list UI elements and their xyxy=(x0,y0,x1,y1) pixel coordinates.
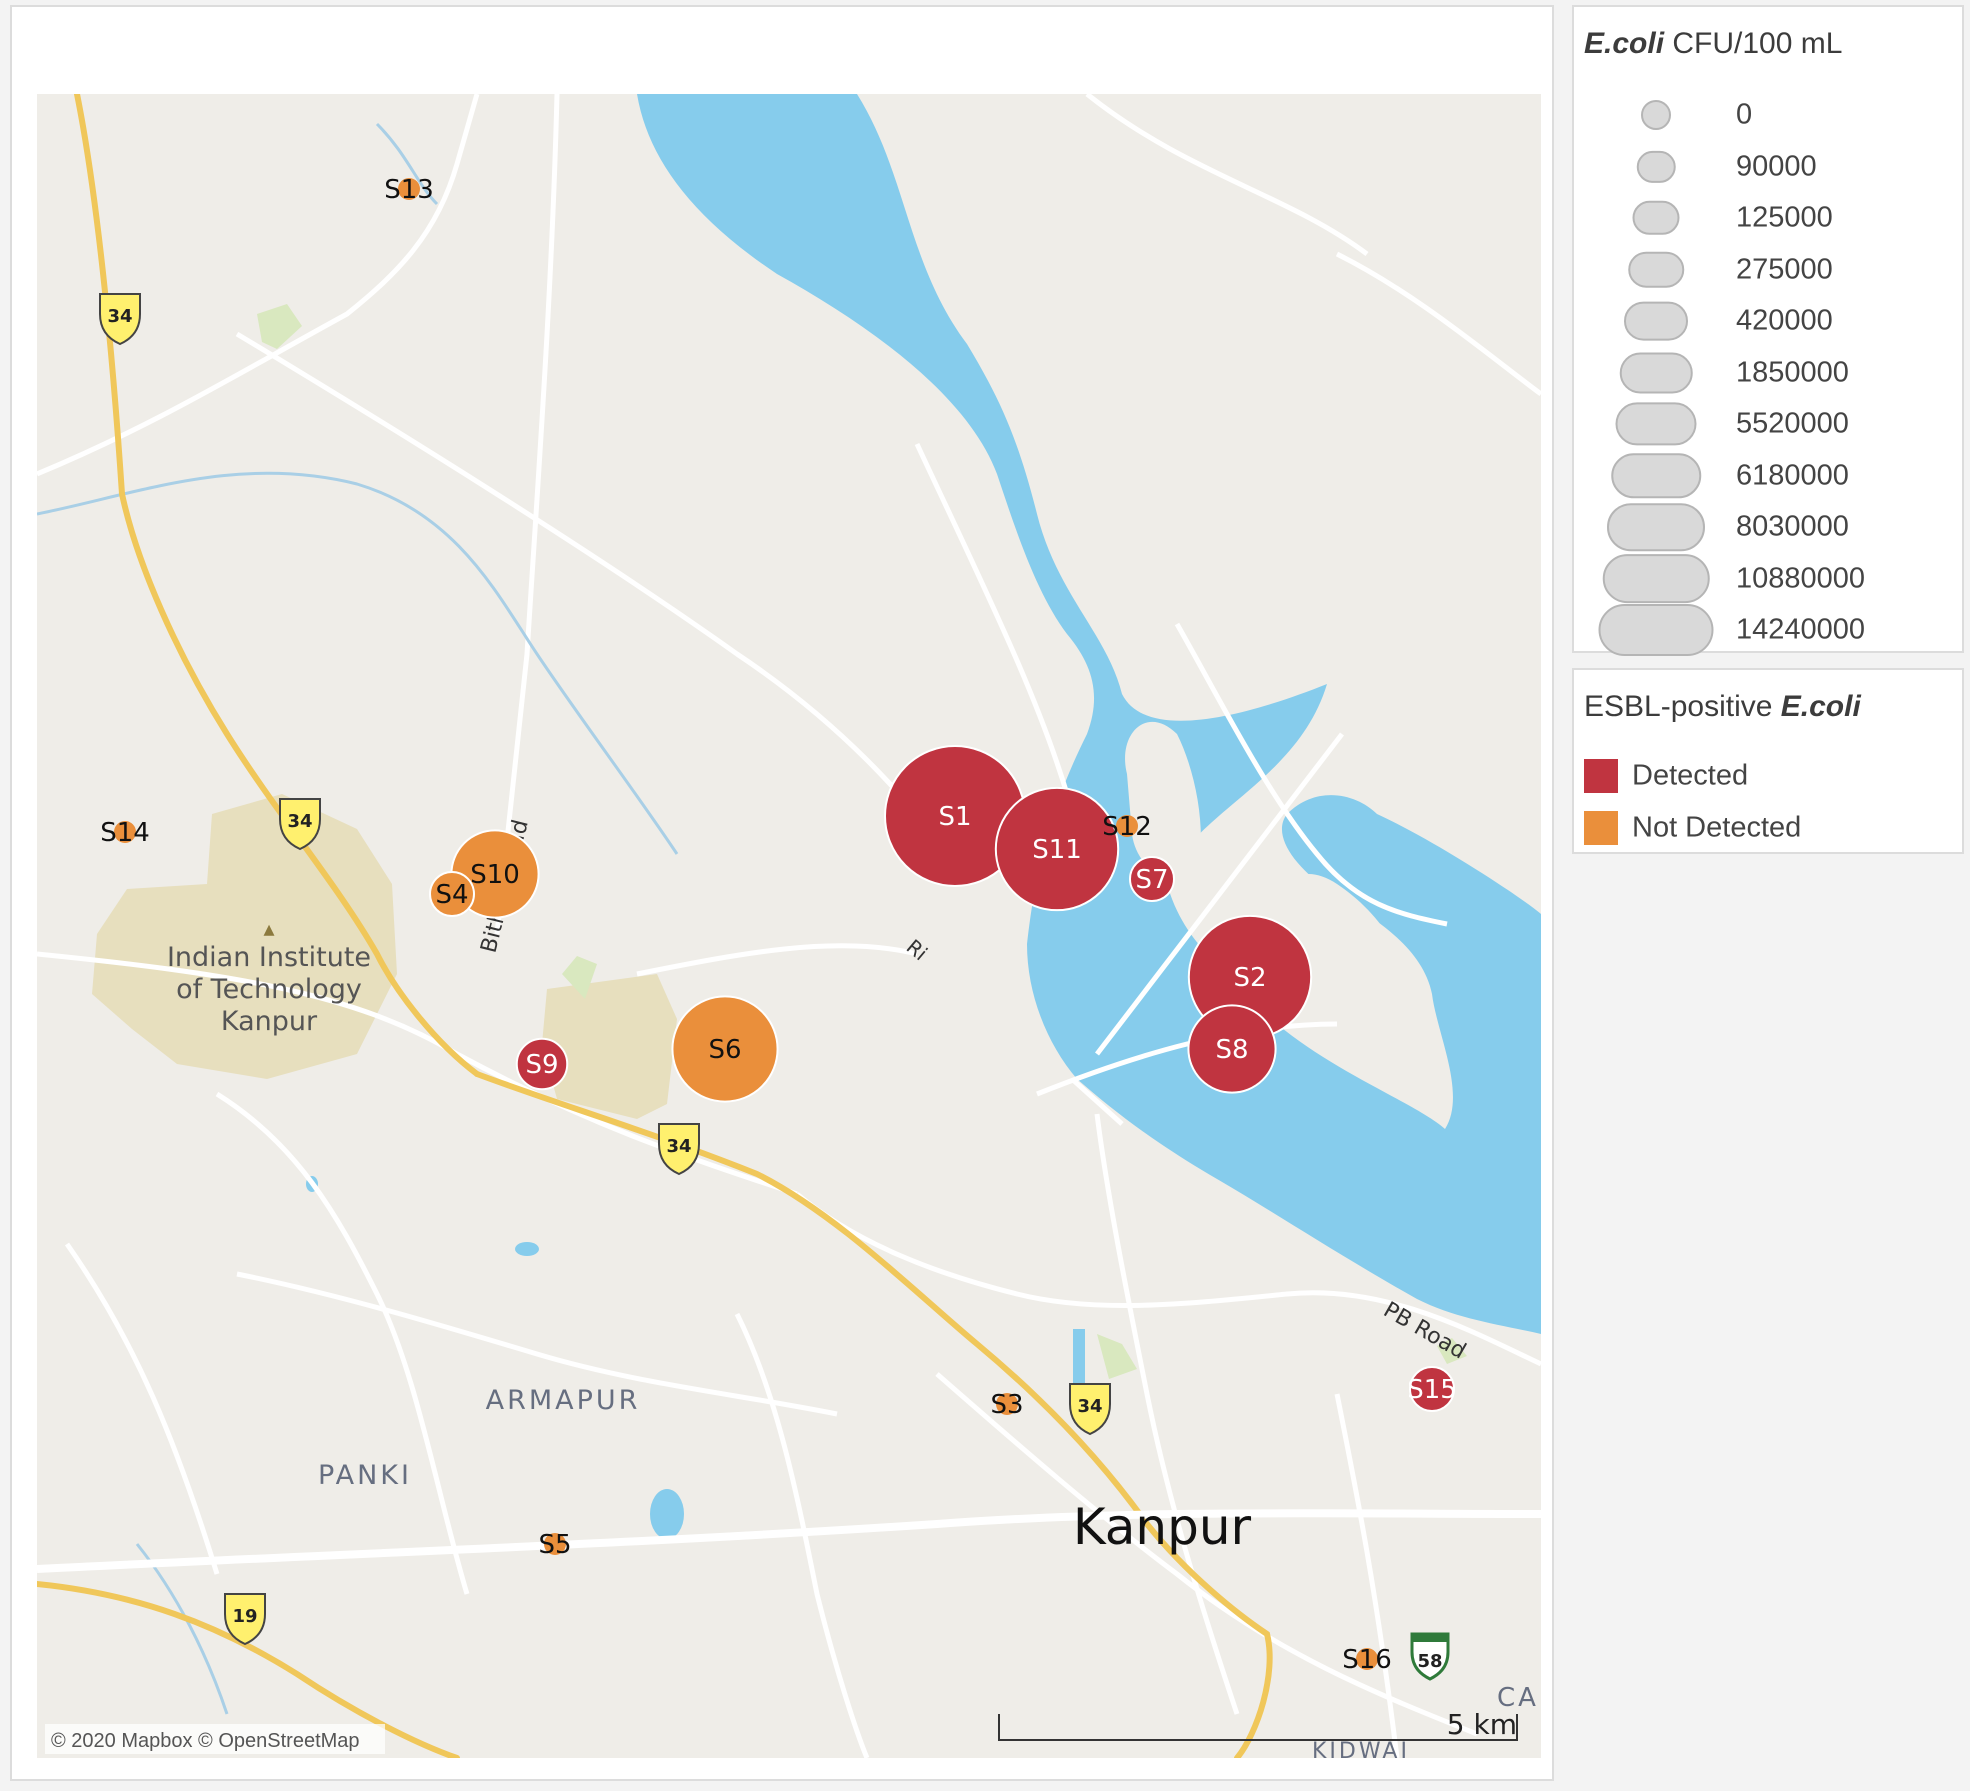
pond xyxy=(515,1242,539,1256)
site-label: S10 xyxy=(470,860,520,890)
size-value-label: 14240000 xyxy=(1736,613,1866,646)
graduation-cap-icon: ▴ xyxy=(263,916,274,941)
size-swatch xyxy=(1598,604,1714,656)
site-label: S6 xyxy=(708,1035,741,1065)
place-label-iit: Indian Institute xyxy=(167,942,371,973)
svg-text:34: 34 xyxy=(1077,1396,1102,1417)
color-legend-title: ESBL-positive E.coli xyxy=(1584,690,1861,724)
svg-text:58: 58 xyxy=(1417,1651,1442,1672)
size-legend-row[interactable]: 420000 xyxy=(1574,295,1964,347)
svg-text:34: 34 xyxy=(107,306,132,327)
svg-text:34: 34 xyxy=(287,811,312,832)
size-swatch xyxy=(1624,301,1688,341)
size-swatch xyxy=(1641,100,1671,130)
size-value-label: 8030000 xyxy=(1736,510,1849,543)
canal xyxy=(1073,1329,1085,1389)
color-legend-title-italic: E.coli xyxy=(1780,690,1861,723)
site-label: S4 xyxy=(435,880,468,910)
size-swatch xyxy=(1636,150,1676,183)
size-legend-row[interactable]: 90000 xyxy=(1574,141,1964,193)
size-value-label: 6180000 xyxy=(1736,459,1849,491)
size-value-label: 125000 xyxy=(1736,201,1833,234)
site-label: S3 xyxy=(990,1390,1023,1420)
size-legend-title: E.coli CFU/100 mL xyxy=(1584,27,1842,61)
site-label: S8 xyxy=(1215,1035,1248,1065)
site-marker-s3[interactable]: S3 xyxy=(990,1390,1023,1420)
place-label-kidwai: KIDWAI xyxy=(1312,1739,1410,1758)
size-value-label: 420000 xyxy=(1736,304,1833,337)
site-label: S1 xyxy=(938,802,971,832)
site-marker-s16[interactable]: S16 xyxy=(1342,1645,1392,1675)
site-marker-s11[interactable]: S11 xyxy=(994,786,1120,912)
svg-text:34: 34 xyxy=(666,1136,691,1157)
size-value-label: 1850000 xyxy=(1736,356,1849,388)
scale-bar-label: 5 km xyxy=(1447,1708,1517,1741)
map-attribution[interactable]: © 2020 Mapbox © OpenStreetMap xyxy=(51,1730,360,1752)
map-frame: Indian Institute of Technology Kanpur ▴ … xyxy=(10,5,1554,1781)
size-swatch xyxy=(1611,452,1701,499)
color-legend: ESBL-positive E.coli Detected Not Detect… xyxy=(1572,668,1964,854)
site-marker-s8[interactable]: S8 xyxy=(1187,1004,1277,1094)
size-legend-row[interactable]: 0 xyxy=(1574,89,1964,141)
site-marker-s7[interactable]: S7 xyxy=(1129,856,1175,902)
site-label: S14 xyxy=(100,818,150,848)
site-marker-s9[interactable]: S9 xyxy=(515,1037,569,1091)
size-legend-row[interactable]: 125000 xyxy=(1574,192,1964,244)
size-value-label: 0 xyxy=(1736,98,1753,131)
lake xyxy=(650,1489,684,1539)
map-canvas[interactable]: Indian Institute of Technology Kanpur ▴ … xyxy=(37,94,1541,1758)
site-marker-s13[interactable]: S13 xyxy=(384,175,434,205)
site-label: S9 xyxy=(525,1050,558,1080)
legend-label-detected: Detected xyxy=(1632,759,1749,792)
size-legend-row[interactable]: 6180000 xyxy=(1574,450,1964,502)
site-marker-s12[interactable]: S12 xyxy=(1102,812,1152,842)
size-swatch xyxy=(1602,553,1710,604)
place-label-panki: PANKI xyxy=(318,1460,412,1491)
size-legend: E.coli CFU/100 mL 0 90000 125000 275000 4200… xyxy=(1572,5,1964,656)
site-marker-s6[interactable]: S6 xyxy=(671,995,779,1103)
legend-label-not-detected: Not Detected xyxy=(1632,811,1802,844)
legend-item-not-detected[interactable]: Not Detected xyxy=(1574,802,1964,854)
site-marker-s5[interactable]: S5 xyxy=(538,1530,571,1560)
size-swatch xyxy=(1628,251,1684,288)
size-swatch xyxy=(1607,503,1705,551)
size-swatch xyxy=(1632,200,1680,236)
place-label-iit: Kanpur xyxy=(221,1006,318,1037)
size-value-label: 10880000 xyxy=(1736,562,1866,594)
size-legend-row[interactable]: 14240000 xyxy=(1574,604,1964,656)
site-label: S11 xyxy=(1032,835,1082,865)
campus-area xyxy=(542,974,677,1119)
place-label-armapur: ARMAPUR xyxy=(486,1385,641,1416)
size-legend-row[interactable]: 5520000 xyxy=(1574,398,1964,450)
size-swatch xyxy=(1619,352,1693,393)
size-legend-row[interactable]: 8030000 xyxy=(1574,501,1964,553)
site-label: S2 xyxy=(1233,963,1266,993)
size-legend-row[interactable]: 1850000 xyxy=(1574,347,1964,399)
size-legend-row[interactable]: 275000 xyxy=(1574,244,1964,296)
size-legend-title-unit: CFU/100 mL xyxy=(1672,27,1843,60)
color-legend-title-plain: ESBL-positive xyxy=(1584,690,1773,723)
legend-item-detected[interactable]: Detected xyxy=(1574,750,1964,802)
place-label-kanpur: Kanpur xyxy=(1073,1498,1252,1556)
site-marker-s4[interactable]: S4 xyxy=(429,871,475,917)
size-value-label: 275000 xyxy=(1736,253,1833,285)
site-label: S12 xyxy=(1102,812,1152,842)
place-label-iit: of Technology xyxy=(176,974,362,1005)
size-value-label: 5520000 xyxy=(1736,407,1849,440)
site-label: S13 xyxy=(384,175,434,205)
site-label: S5 xyxy=(538,1530,571,1560)
site-label: S16 xyxy=(1342,1645,1392,1675)
site-marker-s14[interactable]: S14 xyxy=(100,818,150,848)
svg-text:19: 19 xyxy=(232,1606,257,1627)
site-label: S15 xyxy=(1407,1375,1457,1405)
legend-swatch-detected xyxy=(1584,759,1618,793)
size-legend-row[interactable]: 10880000 xyxy=(1574,553,1964,605)
size-swatch xyxy=(1615,402,1697,446)
legend-swatch-not-detected xyxy=(1584,811,1618,845)
size-legend-title-italic: E.coli xyxy=(1584,27,1665,60)
site-label: S7 xyxy=(1135,865,1168,895)
size-value-label: 90000 xyxy=(1736,150,1817,182)
